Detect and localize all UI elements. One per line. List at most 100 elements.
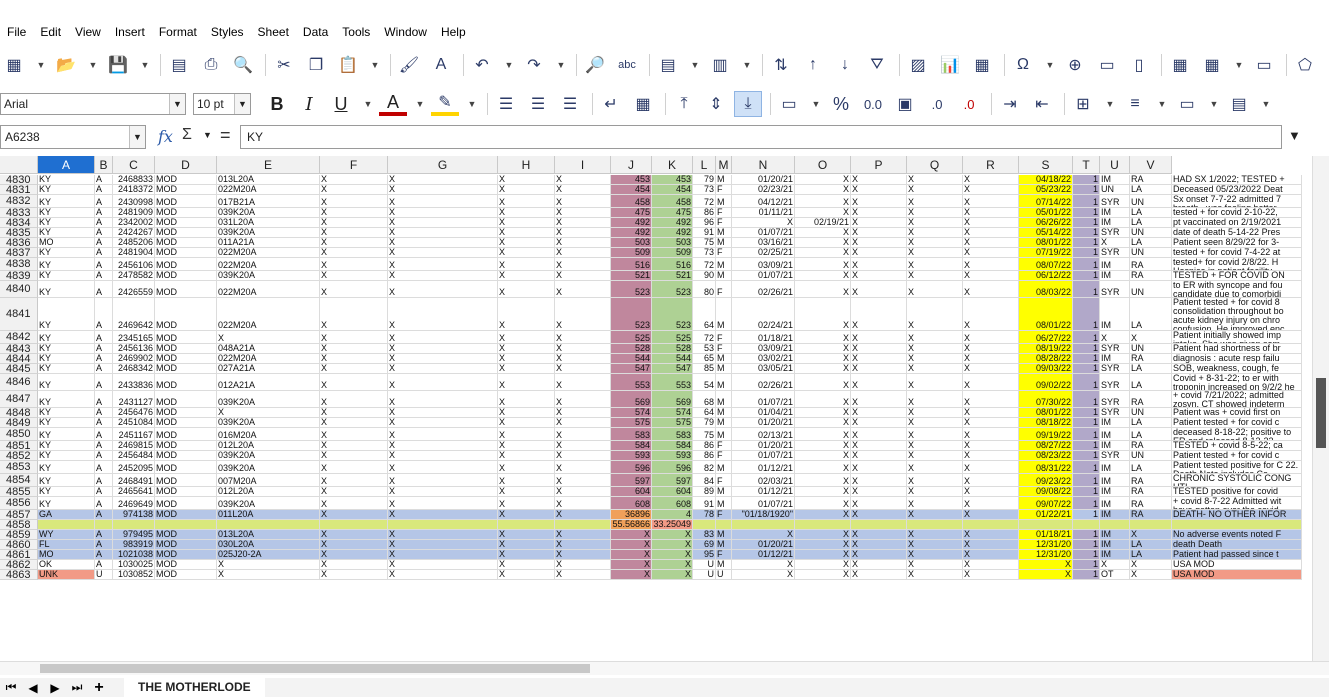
cell-r4840[interactable]: X	[963, 281, 1019, 298]
cell-q4843[interactable]: X	[907, 344, 963, 354]
cell-m4833[interactable]: F	[716, 208, 732, 218]
cell-a4862[interactable]: OK	[38, 560, 95, 570]
cell-p4848[interactable]: X	[851, 408, 907, 418]
border-color-button[interactable]: ▭	[1173, 91, 1201, 117]
cell-g4863[interactable]: X	[388, 570, 498, 580]
cell-v4846[interactable]: LA	[1130, 374, 1172, 391]
cell-m4858[interactable]	[716, 520, 732, 530]
define-print-area-button[interactable]: ▦	[1166, 52, 1194, 78]
column-header-p[interactable]: P	[851, 156, 907, 174]
cell-p4857[interactable]: X	[851, 510, 907, 520]
menu-edit[interactable]: Edit	[33, 25, 68, 39]
cell-b4835[interactable]: A	[95, 228, 113, 238]
cell-b4857[interactable]: A	[95, 510, 113, 520]
cell-m4836[interactable]: M	[716, 238, 732, 248]
cell-c4830[interactable]: 2468833	[113, 175, 155, 185]
cell-m4855[interactable]: M	[716, 487, 732, 497]
cell-d4845[interactable]: MOD	[155, 364, 217, 374]
cell-g4861[interactable]: X	[388, 550, 498, 560]
cell-c4857[interactable]: 974138	[113, 510, 155, 520]
cell-h4847[interactable]: X	[498, 391, 555, 408]
cell-m4840[interactable]: F	[716, 281, 732, 298]
cell-h4854[interactable]: X	[498, 474, 555, 487]
cell-v4849[interactable]: LA	[1130, 418, 1172, 428]
cell-m4832[interactable]: M	[716, 195, 732, 208]
cell-v4843[interactable]: UN	[1130, 344, 1172, 354]
cell-p4833[interactable]: X	[851, 208, 907, 218]
cell-l4857[interactable]: 78	[693, 510, 716, 520]
last-sheet-icon[interactable]: ⏭	[66, 680, 88, 695]
cell-q4845[interactable]: X	[907, 364, 963, 374]
cell-f4858[interactable]	[320, 520, 388, 530]
row-header[interactable]: 4854	[0, 474, 38, 487]
cell-d4835[interactable]: MOD	[155, 228, 217, 238]
cell-k4831[interactable]: 454	[652, 185, 693, 195]
cell-m4843[interactable]: F	[716, 344, 732, 354]
cell-p4846[interactable]: X	[851, 374, 907, 391]
cell-p4836[interactable]: X	[851, 238, 907, 248]
cell-g4831[interactable]: X	[388, 185, 498, 195]
cell-j4836[interactable]: 503	[611, 238, 652, 248]
row-header[interactable]: 4863	[0, 570, 38, 580]
cell-f4845[interactable]: X	[320, 364, 388, 374]
cell-t4847[interactable]: 1	[1073, 391, 1100, 408]
cell-b4858[interactable]	[95, 520, 113, 530]
cell-u4838[interactable]: IM	[1100, 258, 1130, 271]
cell-q4842[interactable]: X	[907, 331, 963, 344]
row-header[interactable]: 4835	[0, 228, 38, 238]
cell-a4833[interactable]: KY	[38, 208, 95, 218]
cell-n4862[interactable]: X	[732, 560, 795, 570]
cell-b4839[interactable]: A	[95, 271, 113, 281]
copy-button[interactable]: ❐	[302, 52, 330, 78]
cell-t4844[interactable]: 1	[1073, 354, 1100, 364]
cell-l4837[interactable]: 73	[693, 248, 716, 258]
cell-g4843[interactable]: X	[388, 344, 498, 354]
cell-n4838[interactable]: 03/09/21	[732, 258, 795, 271]
cell-v4860[interactable]: LA	[1130, 540, 1172, 550]
cell-q4844[interactable]: X	[907, 354, 963, 364]
chevron-down-icon[interactable]: ▼	[1205, 91, 1223, 117]
cell-g4841[interactable]: X	[388, 298, 498, 331]
cell-s4845[interactable]: 09/03/22	[1019, 364, 1073, 374]
borders-button[interactable]: ⊞	[1069, 91, 1097, 117]
cell-s4832[interactable]: 07/14/22	[1019, 195, 1073, 208]
cell-h4835[interactable]: X	[498, 228, 555, 238]
column-header-b[interactable]: B	[95, 156, 113, 174]
cell-e4850[interactable]: 016M20A	[217, 428, 320, 441]
cell-s4833[interactable]: 05/01/22	[1019, 208, 1073, 218]
cell-b4837[interactable]: A	[95, 248, 113, 258]
cell-v4851[interactable]: RA	[1130, 441, 1172, 451]
cell-q4847[interactable]: X	[907, 391, 963, 408]
cell-l4852[interactable]: 86	[693, 451, 716, 461]
cell-k4843[interactable]: 528	[652, 344, 693, 354]
find-replace-button[interactable]: 🔎	[581, 52, 609, 78]
cell-k4862[interactable]: X	[652, 560, 693, 570]
column-header-v[interactable]: V	[1130, 156, 1172, 174]
cell-t4855[interactable]: 1	[1073, 487, 1100, 497]
cell-h4863[interactable]: X	[498, 570, 555, 580]
cell-k4858[interactable]: 33.25049	[652, 520, 693, 530]
cell-p4852[interactable]: X	[851, 451, 907, 461]
cell-m4838[interactable]: M	[716, 258, 732, 271]
cell-d4853[interactable]: MOD	[155, 461, 217, 474]
cell-g4842[interactable]: X	[388, 331, 498, 344]
cell-d4848[interactable]: MOD	[155, 408, 217, 418]
vertical-scrollbar[interactable]	[1312, 156, 1329, 661]
expand-formula-icon[interactable]: ▼	[1288, 128, 1301, 143]
cell-c4837[interactable]: 2481904	[113, 248, 155, 258]
cell-g4844[interactable]: X	[388, 354, 498, 364]
pivot-table-button[interactable]: ▦	[968, 52, 996, 78]
cell-b4833[interactable]: A	[95, 208, 113, 218]
cell-d4863[interactable]: MOD	[155, 570, 217, 580]
cell-d4855[interactable]: MOD	[155, 487, 217, 497]
cell-n4831[interactable]: 02/23/21	[732, 185, 795, 195]
chevron-down-icon[interactable]: ▼	[1041, 52, 1059, 78]
print-button[interactable]: ⎙	[197, 52, 225, 78]
cell-q4856[interactable]: X	[907, 497, 963, 510]
cell-b4853[interactable]: A	[95, 461, 113, 474]
cell-q4833[interactable]: X	[907, 208, 963, 218]
cell-t4851[interactable]: 1	[1073, 441, 1100, 451]
cell-w4844[interactable]: diagnosis : acute resp failu	[1172, 354, 1302, 364]
cell-c4843[interactable]: 2456136	[113, 344, 155, 354]
cell-n4854[interactable]: 02/03/21	[732, 474, 795, 487]
